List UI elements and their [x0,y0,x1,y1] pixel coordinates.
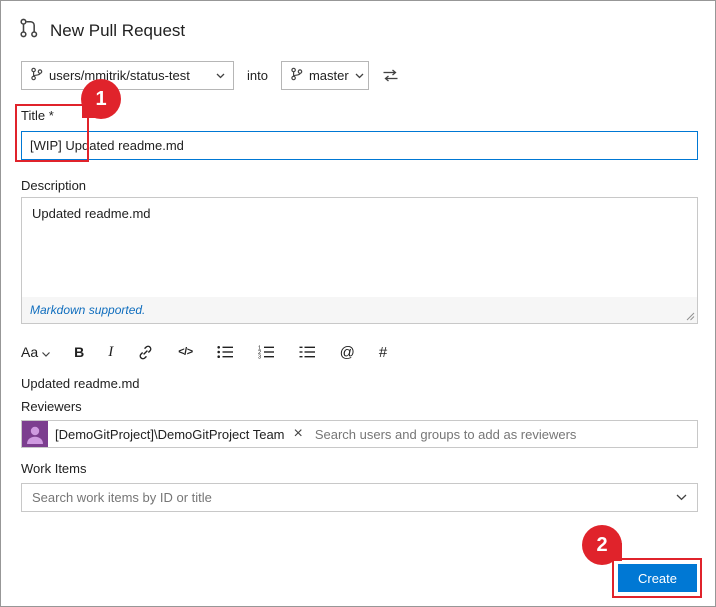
pull-request-icon [18,17,40,44]
target-branch-name: master [308,68,349,83]
description-label: Description [21,178,87,193]
task-list-button[interactable] [299,345,316,359]
chevron-down-icon [42,344,51,360]
page-header: New Pull Request [18,17,185,44]
chevron-down-icon [216,73,225,79]
team-avatar [22,421,48,447]
resize-grip-icon[interactable] [686,312,695,321]
reviewer-chip-label: [DemoGitProject]\DemoGitProject Team [55,426,285,442]
work-items-label: Work Items [21,461,87,476]
page-title: New Pull Request [50,20,186,40]
reviewers-label: Reviewers [21,399,82,414]
link-button[interactable] [137,344,154,361]
numbered-list-button[interactable]: 123 [258,345,275,359]
target-branch-selector[interactable]: master [280,61,369,90]
format-label: Aa [21,344,39,360]
branch-icon [30,67,43,84]
annotation-box-create [612,558,702,598]
work-items-input[interactable]: Search work items by ID or title [21,483,698,512]
description-text: Updated readme.md [32,206,151,221]
annotation-step-2: 2 [582,525,622,565]
annotation-box-title [15,104,89,162]
branch-bar: users/mmitrik/status-test into master [21,61,399,90]
svg-text:3: 3 [258,355,261,359]
code-button[interactable]: </> [178,346,193,358]
mention-button[interactable]: @ [340,344,355,361]
bullet-list-button[interactable] [217,345,234,359]
description-input[interactable]: Updated readme.md Markdown supported. [21,197,698,324]
format-button[interactable]: Aa [21,344,51,360]
bold-button[interactable]: B [74,344,84,360]
markdown-supported-link[interactable]: Markdown supported. [30,303,145,317]
into-label: into [247,68,268,83]
remove-reviewer-icon[interactable]: × [294,426,303,442]
chevron-down-icon [676,494,687,501]
new-pull-request-page: New Pull Request users/mmitrik/status-te… [0,0,716,607]
source-branch-name: users/mmitrik/status-test [49,68,190,83]
work-item-link-button[interactable]: # [379,344,387,361]
chevron-down-icon [355,73,364,79]
description-footer: Markdown supported. [22,297,697,323]
reviewers-placeholder: Search users and groups to add as review… [314,426,577,442]
description-preview: Updated readme.md [21,376,140,391]
swap-branches-icon[interactable] [382,69,399,82]
work-items-placeholder: Search work items by ID or title [32,490,212,505]
title-input[interactable] [21,131,698,160]
source-branch-selector[interactable]: users/mmitrik/status-test [21,61,234,90]
italic-button[interactable]: I [108,344,113,361]
branch-icon [290,67,303,84]
annotation-step-1: 1 [81,79,121,119]
markdown-toolbar: Aa B I </> 123 @ # [21,338,387,366]
reviewers-input[interactable]: [DemoGitProject]\DemoGitProject Team × S… [21,420,698,448]
